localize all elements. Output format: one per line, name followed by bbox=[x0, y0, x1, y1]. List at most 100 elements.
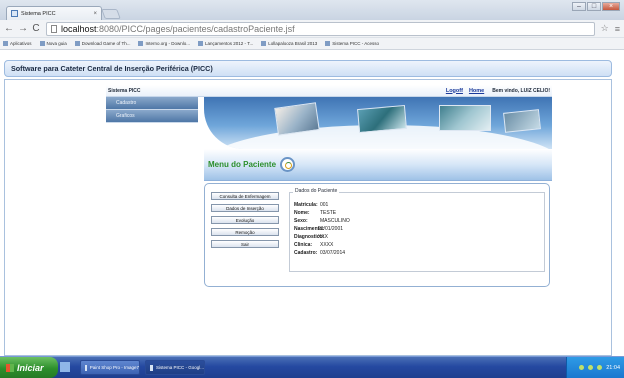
windows-taskbar: Iniciar Paint Shop Pro - Image7 Sistema … bbox=[0, 356, 624, 378]
sidebar-item-cadastro[interactable]: Cadastro bbox=[106, 97, 198, 110]
bookmark-item[interactable]: Interno.org - Downlo... bbox=[138, 41, 190, 46]
bookmark-item[interactable]: Sistema PICC - Acesso bbox=[325, 41, 379, 46]
browser-tab[interactable]: Sistema PICC × bbox=[6, 6, 102, 20]
tray-icon[interactable] bbox=[597, 365, 603, 370]
tray-icon[interactable] bbox=[579, 365, 585, 370]
taskbar-item-label: Sistema PICC - Googl... bbox=[155, 365, 204, 370]
sair-button[interactable]: Sair bbox=[211, 240, 279, 248]
quick-launch-icon[interactable] bbox=[60, 362, 70, 372]
close-tab-icon[interactable]: × bbox=[93, 11, 97, 17]
field-value: MASCULINO bbox=[320, 218, 350, 224]
sidebar-item-graficos[interactable]: Graficos bbox=[106, 110, 198, 123]
bookmark-item[interactable]: Nova guia bbox=[39, 41, 67, 46]
header-banner bbox=[204, 97, 552, 149]
banner-photo bbox=[439, 105, 491, 131]
field-value: XXXX bbox=[320, 242, 334, 248]
bookmark-item[interactable]: Lollapalooza Brasil 2013 bbox=[261, 41, 317, 46]
bookmark-item[interactable]: Download Game of Th... bbox=[74, 41, 130, 46]
field-value: 03/07/2014 bbox=[320, 250, 346, 256]
bookmarks-bar: Aplicativos Nova guia Download Game of T… bbox=[0, 38, 624, 50]
banner-photo bbox=[274, 102, 320, 136]
patient-data-fieldset: Dados do Paciente Matricula: 001 Nome: TES… bbox=[289, 188, 545, 272]
taskbar-item-label: Paint Shop Pro - Image7 bbox=[89, 365, 139, 370]
welcome-text: Bem vindo, LUIZ CELIO! bbox=[492, 87, 550, 94]
maximize-icon[interactable]: □ bbox=[587, 2, 601, 11]
windows-logo-icon bbox=[6, 363, 14, 372]
patient-field: Diagnostico: XXX bbox=[294, 233, 350, 241]
new-tab-button[interactable] bbox=[101, 9, 121, 19]
bookmark-star-icon[interactable]: ☆ bbox=[601, 23, 609, 34]
taskbar-item[interactable]: Sistema PICC - Googl... bbox=[145, 360, 205, 375]
patient-panel: Consulta de Enfermagem Dados de Inserção… bbox=[204, 183, 550, 287]
taskbar-item[interactable]: Paint Shop Pro - Image7 bbox=[80, 360, 140, 375]
bookmark-icon bbox=[261, 41, 267, 46]
bookmark-item[interactable]: Aplicativos bbox=[3, 41, 32, 46]
field-label: Sexo: bbox=[294, 218, 308, 224]
consulta-enfermagem-button[interactable]: Consulta de Enfermagem bbox=[211, 192, 279, 200]
forward-icon[interactable]: → bbox=[18, 23, 28, 34]
field-label: Cadastro: bbox=[294, 250, 318, 256]
close-window-icon[interactable]: × bbox=[602, 2, 620, 11]
bookmark-icon bbox=[138, 41, 144, 46]
top-bar: Sistema PICC Logoff Home Bem vindo, LUIZ… bbox=[106, 85, 552, 97]
banner-photo bbox=[357, 104, 407, 134]
home-link[interactable]: Home bbox=[469, 88, 484, 94]
field-value: XXX bbox=[318, 234, 329, 240]
bookmark-icon bbox=[198, 41, 204, 46]
patient-data-list: Matricula: 001 Nome: TESTE Sexo: MASCULINO … bbox=[294, 201, 350, 257]
favicon-icon bbox=[11, 10, 18, 17]
banner-photo bbox=[503, 109, 541, 133]
field-value: TESTE bbox=[320, 210, 337, 216]
logoff-link[interactable]: Logoff bbox=[446, 88, 463, 94]
field-label: Clinica: bbox=[294, 242, 313, 248]
action-buttons: Consulta de Enfermagem Dados de Inserção… bbox=[211, 192, 279, 252]
patient-field: Sexo: MASCULINO bbox=[294, 217, 350, 225]
bookmark-icon bbox=[74, 41, 80, 46]
field-label: Nascimento: bbox=[294, 226, 325, 232]
browser-toolbar: ← → C localhost :8080/PICC/pages/pacient… bbox=[0, 20, 624, 38]
patient-data-legend: Dados do Paciente bbox=[293, 188, 340, 194]
back-icon[interactable]: ← bbox=[4, 23, 14, 34]
app-title: Software para Cateter Central de Inserçã… bbox=[11, 64, 213, 73]
system-tray: 21:04 bbox=[566, 357, 624, 378]
patient-field: Cadastro: 03/07/2014 bbox=[294, 249, 350, 257]
system-name: Sistema PICC bbox=[108, 87, 141, 94]
apps-icon bbox=[3, 41, 8, 46]
remocao-button[interactable]: Remoção bbox=[211, 228, 279, 236]
browser-menu-icon[interactable]: ≡ bbox=[615, 24, 620, 34]
url-host: localhost bbox=[61, 23, 97, 34]
url-path: :8080/PICC/pages/pacientes/cadastroPacie… bbox=[96, 23, 295, 34]
field-value: 001 bbox=[320, 202, 329, 208]
window-controls: – □ × bbox=[572, 2, 620, 11]
tab-title: Sistema PICC bbox=[21, 10, 56, 17]
chrome-icon bbox=[150, 364, 153, 371]
address-bar[interactable]: localhost :8080/PICC/pages/pacientes/cad… bbox=[46, 21, 595, 36]
dados-insercao-button[interactable]: Dados de Inserção bbox=[211, 204, 279, 212]
clock: 21:04 bbox=[606, 364, 620, 371]
app-header: Software para Cateter Central de Inserçã… bbox=[4, 60, 612, 77]
start-button[interactable]: Iniciar bbox=[0, 357, 58, 378]
field-label: Nome: bbox=[294, 210, 310, 216]
page-icon bbox=[51, 24, 57, 33]
tray-icon[interactable] bbox=[588, 365, 594, 370]
browser-titlebar: Sistema PICC × – □ × bbox=[0, 0, 624, 20]
field-label: Matricula: bbox=[294, 202, 318, 208]
patient-menu-title: Menu do Paciente bbox=[208, 160, 277, 169]
paint-shop-icon bbox=[85, 364, 87, 371]
patient-field: Nome: TESTE bbox=[294, 209, 350, 217]
start-label: Iniciar bbox=[17, 362, 44, 373]
reload-icon[interactable]: C bbox=[32, 23, 40, 34]
patient-field: Matricula: 001 bbox=[294, 201, 350, 209]
patient-field: Nascimento: 01/01/2001 bbox=[294, 225, 350, 233]
bookmark-icon bbox=[39, 41, 45, 46]
minimize-icon[interactable]: – bbox=[572, 2, 586, 11]
bookmark-item[interactable]: Lançamentos 2012 - T... bbox=[198, 41, 253, 46]
patient-field: Clinica: XXXX bbox=[294, 241, 350, 249]
evolucao-button[interactable]: Evolução bbox=[211, 216, 279, 224]
field-label: Diagnostico: bbox=[294, 234, 325, 240]
field-value: 01/01/2001 bbox=[318, 226, 344, 232]
bookmark-icon bbox=[325, 41, 331, 46]
side-menu: Cadastro Graficos bbox=[106, 97, 198, 123]
patient-menu-header: Menu do Paciente bbox=[204, 149, 552, 181]
refresh-icon[interactable] bbox=[280, 157, 296, 172]
